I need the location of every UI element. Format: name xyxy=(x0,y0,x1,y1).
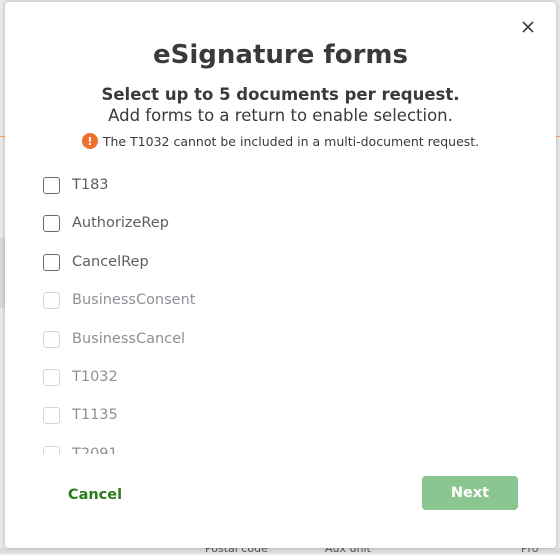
close-icon xyxy=(522,21,534,33)
checkbox xyxy=(43,368,60,386)
checkbox[interactable] xyxy=(43,253,60,271)
checkbox xyxy=(43,330,60,348)
bg-bottom-row xyxy=(0,548,560,553)
form-label: CancelRep xyxy=(72,254,149,270)
form-option: BusinessConsent xyxy=(43,289,195,311)
form-option[interactable]: AuthorizeRep xyxy=(43,212,169,234)
bg-accent-line-right xyxy=(556,136,560,137)
checkbox[interactable] xyxy=(43,214,60,232)
form-label: AuthorizeRep xyxy=(72,215,169,231)
dialog-subtitle: Select up to 5 documents per request. xyxy=(101,85,460,104)
checkbox xyxy=(43,291,60,309)
form-option: BusinessCancel xyxy=(43,328,185,350)
dialog-title: eSignature forms xyxy=(153,40,408,70)
next-button[interactable]: Next xyxy=(422,476,518,510)
form-label: T183 xyxy=(72,177,109,193)
form-label: T1135 xyxy=(72,407,118,423)
cancel-button[interactable]: Cancel xyxy=(55,478,135,512)
form-option: T1032 xyxy=(43,366,118,388)
form-label: T1032 xyxy=(72,369,118,385)
form-label: BusinessConsent xyxy=(72,292,196,308)
form-option[interactable]: CancelRep xyxy=(43,251,149,273)
checkbox xyxy=(43,445,60,454)
close-button[interactable] xyxy=(517,16,539,38)
form-option: T1135 xyxy=(43,404,118,426)
form-label: T2091 xyxy=(72,446,118,454)
esignature-dialog: eSignature forms Select up to 5 document… xyxy=(5,2,556,548)
exclamation-icon: ! xyxy=(81,133,98,149)
checkbox[interactable] xyxy=(43,176,60,194)
form-option[interactable]: T183 xyxy=(43,174,109,196)
dialog-hint: Add forms to a return to enable selectio… xyxy=(108,106,453,125)
warning-message: ! The T1032 cannot be included in a mult… xyxy=(5,133,556,149)
warning-text: The T1032 cannot be included in a multi-… xyxy=(102,133,480,149)
form-label: BusinessCancel xyxy=(72,331,186,347)
form-option: T2091 xyxy=(43,443,118,454)
forms-list[interactable]: T183 AuthorizeRep CancelRep BusinessCons… xyxy=(43,166,523,454)
checkbox xyxy=(43,406,60,424)
